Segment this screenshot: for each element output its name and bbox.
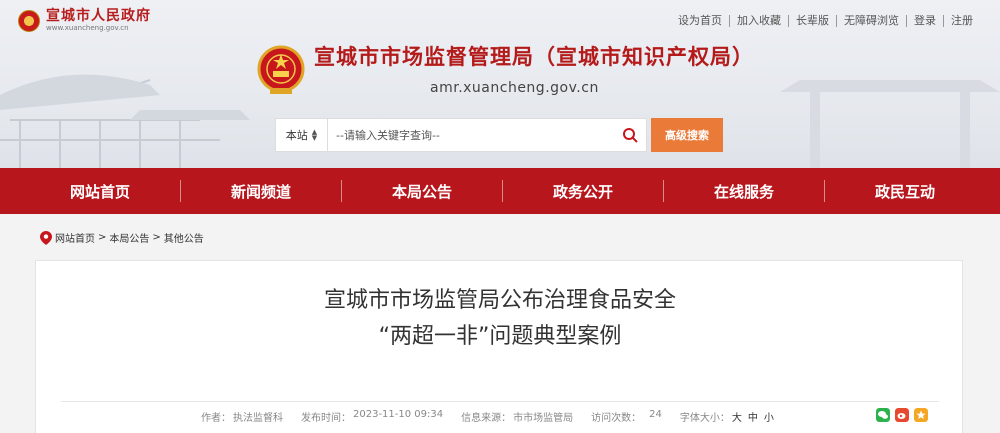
weibo-icon[interactable] (895, 408, 909, 422)
top-link-homepage[interactable]: 设为首页 (671, 15, 729, 27)
breadcrumb-notices[interactable]: 本局公告 (109, 230, 149, 245)
site-banner: 宣城市人民政府 www.xuancheng.gov.cn 设为首页 加入收藏 长… (0, 0, 1000, 168)
source-label: 信息来源： (461, 413, 512, 424)
top-link-login[interactable]: 登录 (906, 15, 943, 27)
breadcrumb-separator: > (98, 232, 107, 243)
national-emblem-icon (18, 9, 40, 32)
site-domain: amr.xuancheng.gov.cn (430, 80, 599, 96)
top-link-register[interactable]: 注册 (943, 15, 980, 27)
article-title-line1: 宣城市市场监管局公布治理食品安全 (323, 288, 676, 313)
article-title-line2: “两超一非”问题典型案例 (378, 324, 622, 349)
breadcrumb-home[interactable]: 网站首页 (55, 230, 95, 245)
nav-item-news[interactable]: 新闻频道 (181, 168, 341, 214)
visits-label: 访问次数： (591, 413, 642, 424)
fontsize-label: 字体大小： (679, 413, 730, 424)
favorite-star-icon[interactable] (914, 408, 928, 422)
article-meta: 作者： 执法监督科 发布时间： 2023-11-10 09:34 信息来源： 市市场监… (201, 409, 774, 424)
nav-item-gov-affairs[interactable]: 政务公开 (503, 168, 663, 214)
main-nav: 网站首页 新闻频道 本局公告 政务公开 在线服务 政民互动 (0, 168, 1000, 214)
share-buttons (876, 408, 928, 422)
divider (61, 401, 939, 402)
gov-url: www.xuancheng.gov.cn (46, 24, 129, 32)
search-input[interactable] (328, 119, 614, 151)
author-value: 执法监督科 (233, 413, 283, 424)
article-title: 宣城市市场监管局公布治理食品安全 “两超一非”问题典型案例 (36, 283, 964, 355)
breadcrumb: 网站首页 > 本局公告 > 其他公告 (40, 230, 204, 245)
article-card: 宣城市市场监管局公布治理食品安全 “两超一非”问题典型案例 作者： 执法监督科 发… (35, 260, 963, 433)
author-label: 作者： (201, 413, 231, 424)
fontsize-small[interactable]: 小 (764, 409, 774, 424)
search-box: 本站 ▲ ▼ (275, 118, 647, 152)
gov-logo[interactable]: 宣城市人民政府 www.xuancheng.gov.cn (18, 8, 151, 33)
fontsize-large[interactable]: 大 (732, 409, 742, 424)
time-value: 2023-11-10 09:34 (353, 409, 444, 420)
breadcrumb-other[interactable]: 其他公告 (164, 230, 204, 245)
nav-item-home[interactable]: 网站首页 (20, 168, 180, 214)
breadcrumb-separator: > (152, 232, 161, 243)
search-icon[interactable] (614, 119, 646, 151)
top-link-accessibility[interactable]: 无障碍浏览 (836, 15, 906, 27)
nav-item-online-service[interactable]: 在线服务 (664, 168, 824, 214)
gov-title: 宣城市人民政府 (46, 8, 151, 24)
time-label: 发布时间： (301, 413, 351, 424)
nav-item-notices[interactable]: 本局公告 (342, 168, 502, 214)
fontsize-medium[interactable]: 中 (748, 409, 758, 424)
national-emblem-icon (257, 45, 305, 94)
location-pin-icon (40, 230, 52, 245)
architecture-illustration (0, 74, 250, 168)
wechat-icon[interactable] (876, 408, 890, 422)
top-link-favorite[interactable]: 加入收藏 (729, 15, 788, 27)
nav-item-interaction[interactable]: 政民互动 (825, 168, 985, 214)
visits-value: 24 (649, 409, 662, 420)
architecture-illustration-right (780, 80, 1000, 168)
search-scope-select[interactable]: 本站 ▲ ▼ (276, 119, 328, 151)
site-header: 宣城市市场监督管理局（宣城市知识产权局） amr.xuancheng.gov.c… (256, 44, 754, 96)
sort-arrows-icon: ▲ ▼ (311, 128, 318, 142)
advanced-search-button[interactable]: 高级搜索 (651, 118, 723, 152)
source-value: 市市场监管局 (513, 413, 574, 424)
search-scope-label: 本站 (285, 129, 308, 142)
top-link-elder[interactable]: 长辈版 (788, 15, 836, 27)
top-links: 设为首页 加入收藏 长辈版 无障碍浏览 登录 注册 (671, 15, 980, 27)
site-title: 宣城市市场监督管理局（宣城市知识产权局） (314, 45, 754, 69)
